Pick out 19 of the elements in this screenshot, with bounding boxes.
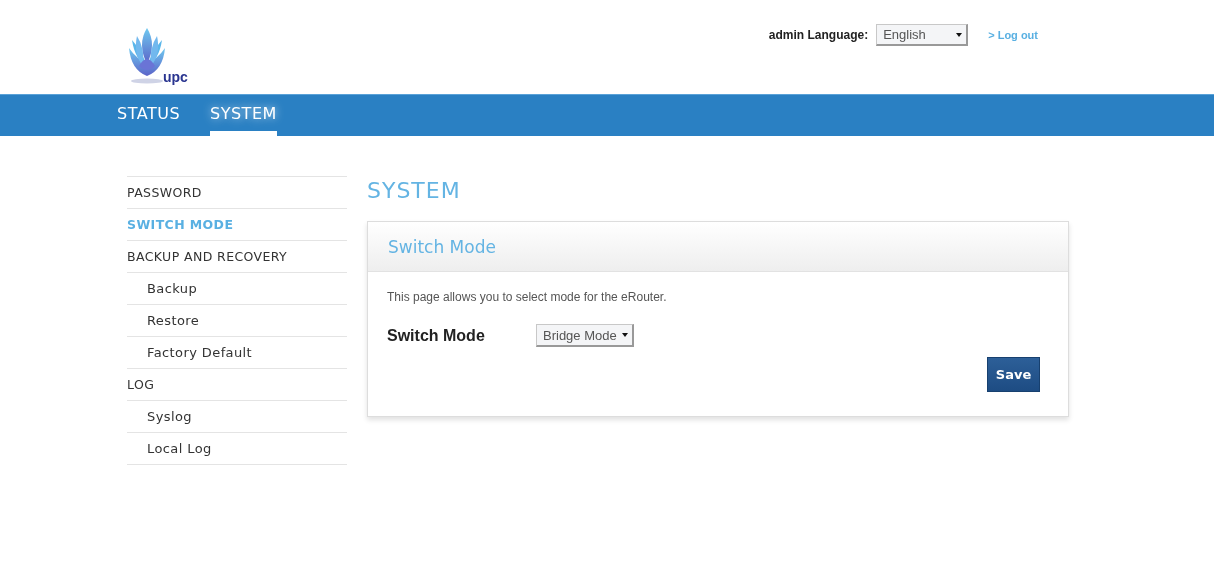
panel-title: Switch Mode <box>388 236 496 257</box>
nav-tab[interactable]: STATUS <box>117 95 181 136</box>
sidebar-item[interactable]: LOG <box>127 377 155 392</box>
sidebar-item[interactable]: Backup <box>147 281 198 296</box>
mode-select[interactable]: Bridge Mode <box>536 324 634 347</box>
sidebar-item[interactable]: Factory Default <box>147 345 253 360</box>
sidebar-item[interactable]: Local Log <box>147 441 212 456</box>
language-select[interactable]: English <box>876 24 969 46</box>
page-title: SYSTEM <box>367 177 461 205</box>
sidebar-item[interactable]: BACKUP AND RECOVERY <box>127 249 288 264</box>
sidebar-item[interactable]: PASSWORD <box>127 185 202 200</box>
save-button[interactable]: Save <box>987 357 1040 392</box>
description-text: This page allows you to select mode for the eRouter. <box>387 290 668 304</box>
language-label: admin Language: <box>768 28 869 42</box>
sidebar-item[interactable]: Syslog <box>147 409 192 424</box>
logo-text: upc <box>163 70 188 84</box>
nav-tab[interactable]: SYSTEM <box>210 95 277 136</box>
field-label: Switch Mode <box>387 326 486 345</box>
sidebar-item[interactable]: Restore <box>147 313 200 328</box>
